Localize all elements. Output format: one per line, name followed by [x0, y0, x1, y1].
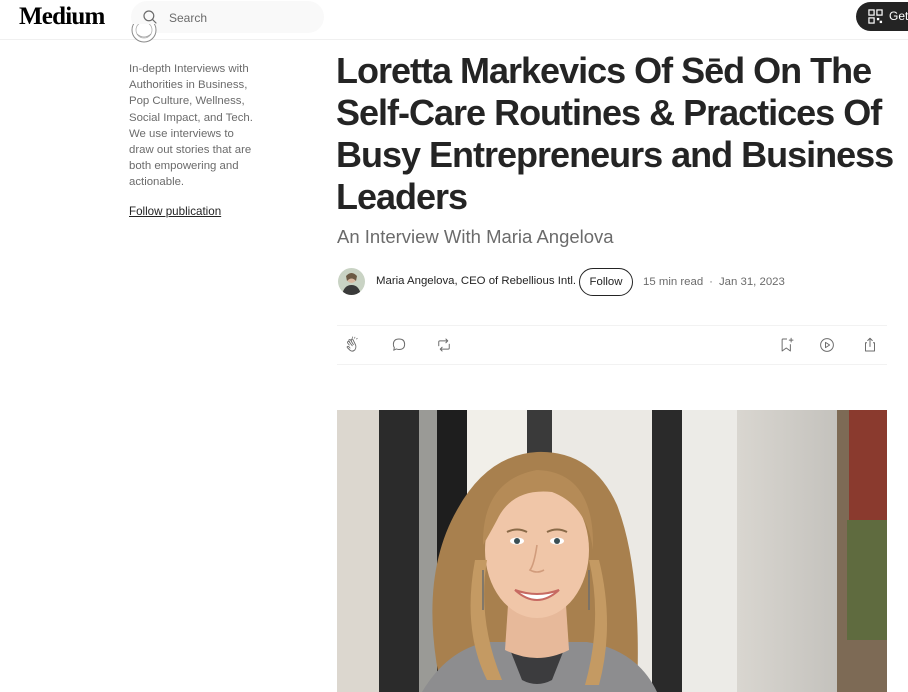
search-bar[interactable] — [131, 1, 324, 33]
get-app-label: Get — [889, 9, 908, 23]
follow-publication-link[interactable]: Follow publication — [129, 205, 221, 218]
listen-icon[interactable] — [818, 336, 836, 354]
medium-logo[interactable]: Medium — [19, 3, 105, 31]
publication-description: In-depth Interviews with Authorities in … — [129, 63, 253, 189]
article-hero-image — [337, 410, 887, 692]
author-avatar[interactable] — [338, 268, 365, 295]
publish-date: Jan 31, 2023 — [718, 276, 785, 288]
author-name[interactable]: Maria Angelova, CEO of Rebellious Intl. — [376, 275, 576, 287]
follow-author-button[interactable]: Follow — [579, 268, 633, 296]
share-icon[interactable] — [861, 336, 879, 354]
comment-icon[interactable] — [390, 336, 408, 354]
search-input[interactable] — [167, 7, 321, 29]
article-action-bar — [337, 325, 887, 365]
read-time: 15 min read — [643, 276, 704, 288]
bookmark-add-icon[interactable] — [778, 336, 796, 354]
article-subtitle: An Interview With Maria Angelova — [337, 226, 614, 247]
qr-code-icon — [868, 9, 883, 24]
get-app-button[interactable]: Get — [856, 2, 908, 31]
article-title: Loretta Markevics Of Sēd On The Self-Car… — [336, 50, 894, 217]
publication-avatar[interactable] — [130, 24, 158, 46]
article-meta: 15 min read · Jan 31, 2023 — [643, 276, 785, 288]
meta-separator: · — [709, 276, 713, 288]
repost-icon[interactable] — [435, 336, 453, 354]
clap-icon[interactable] — [344, 336, 362, 354]
